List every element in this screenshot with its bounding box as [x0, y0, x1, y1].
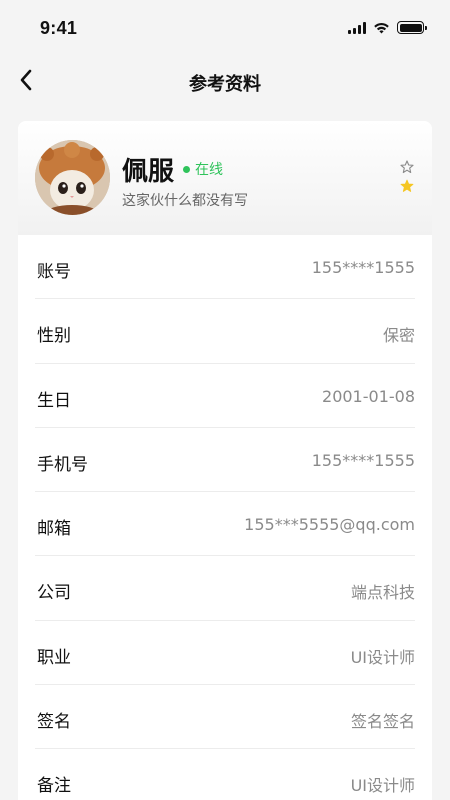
- info-row-gender[interactable]: 性别 保密: [35, 299, 415, 364]
- info-label: 备注: [37, 776, 71, 797]
- info-value: 2001-01-08: [322, 386, 415, 406]
- star-outline-icon[interactable]: [400, 160, 414, 174]
- user-signature: 这家伙什么都没有写: [122, 193, 248, 209]
- info-label: 生日: [37, 390, 71, 411]
- info-label: 邮箱: [37, 519, 71, 540]
- info-label: 手机号: [37, 454, 88, 475]
- info-label: 公司: [37, 583, 71, 604]
- info-row-email[interactable]: 邮箱 155***5555@qq.com: [35, 492, 415, 557]
- info-label: 账号: [37, 262, 71, 282]
- info-row-remark[interactable]: 备注 UI设计师: [35, 749, 415, 800]
- online-status: 在线: [183, 159, 223, 179]
- info-label: 职业: [37, 647, 71, 668]
- info-value: 签名签名: [350, 712, 415, 732]
- status-icons: [348, 21, 427, 34]
- info-row-account[interactable]: 账号 155****1555: [35, 235, 415, 300]
- info-value: UI设计师: [350, 776, 415, 796]
- user-name: 佩服: [122, 157, 175, 187]
- info-value: 155****1555: [311, 258, 415, 277]
- cellular-signal-icon: [348, 21, 366, 34]
- battery-icon: [397, 21, 427, 34]
- info-value: 155****1555: [311, 450, 415, 470]
- info-row-birthday[interactable]: 生日 2001-01-08: [35, 364, 415, 428]
- info-row-company[interactable]: 公司 端点科技: [35, 556, 415, 621]
- info-row-occupation[interactable]: 职业 UI设计师: [35, 621, 415, 686]
- info-row-phone[interactable]: 手机号 155****1555: [35, 428, 415, 493]
- status-bar: 9:41: [0, 0, 450, 58]
- info-label: 签名: [37, 712, 71, 733]
- info-value: 保密: [382, 326, 415, 346]
- cat-avatar-image: [35, 140, 110, 215]
- status-time: 9:41: [40, 18, 78, 38]
- online-status-text: 在线: [195, 162, 223, 178]
- avatar[interactable]: [35, 140, 110, 215]
- page-title: 参考资料: [189, 74, 261, 95]
- wifi-icon: [374, 22, 389, 33]
- nav-bar: 参考资料: [0, 58, 450, 102]
- profile-card: 佩服 在线 这家伙什么都没有写 账号 155****1555 性别 保密 生日 …: [18, 121, 432, 800]
- online-dot-icon: [183, 165, 190, 173]
- info-value: UI设计师: [350, 647, 415, 667]
- info-label: 性别: [37, 326, 71, 347]
- info-value: 155***5555@qq.com: [244, 515, 415, 535]
- info-list: 账号 155****1555 性别 保密 生日 2001-01-08 手机号 1…: [18, 235, 432, 800]
- profile-header: 佩服 在线 这家伙什么都没有写: [18, 121, 432, 235]
- star-filled-icon[interactable]: [400, 179, 414, 193]
- info-value: 端点科技: [350, 583, 415, 603]
- info-row-signature[interactable]: 签名 签名签名: [35, 685, 415, 750]
